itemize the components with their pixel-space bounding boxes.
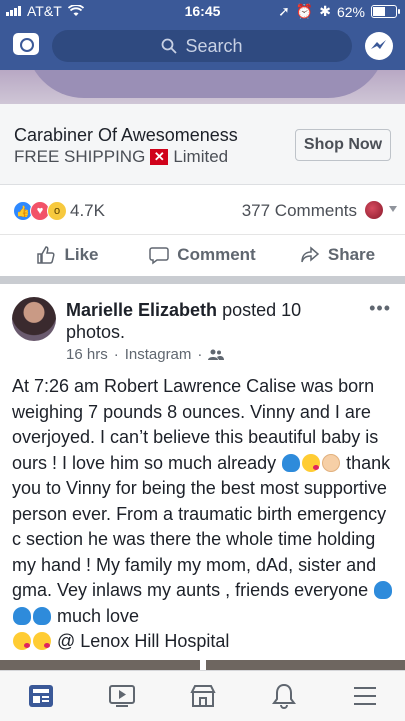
comment-label: Comment xyxy=(177,245,256,264)
status-bar: AT&T 16:45 ➚ ⏰ ✱ 62% xyxy=(0,0,405,22)
post-header: Marielle Elizabeth posted 10 photos. xyxy=(66,299,346,343)
camera-icon[interactable] xyxy=(13,33,39,55)
reaction-count[interactable]: 4.7K xyxy=(70,201,105,221)
commenter-avatar[interactable] xyxy=(365,201,383,219)
bluetooth-icon: ✱ xyxy=(319,3,331,19)
post-meta: 16 hrs · Instagram · xyxy=(66,346,225,363)
ad-image[interactable] xyxy=(0,70,405,104)
blue-heart-emoji xyxy=(374,581,393,599)
thumbs-up-icon xyxy=(37,246,56,264)
wow-reaction-icon: o xyxy=(47,201,67,221)
messenger-icon[interactable] xyxy=(365,32,393,60)
battery-percent: 62% xyxy=(336,3,365,20)
kiss-face-emoji xyxy=(13,632,31,650)
ad-banner: Carabiner Of Awesomeness FREE SHIPPING ✕… xyxy=(0,104,405,185)
blue-heart-emoji xyxy=(33,606,51,625)
comment-icon xyxy=(149,247,170,265)
blue-heart-emoji xyxy=(282,453,301,472)
like-button[interactable]: Like xyxy=(0,234,135,276)
reactions-bar: 👍 ♥ o 4.7K 377 Comments xyxy=(0,184,405,235)
ad-shipping: FREE SHIPPING xyxy=(14,147,146,166)
location-icon: ➚ xyxy=(278,3,290,19)
blue-heart-emoji xyxy=(13,606,31,625)
friends-icon xyxy=(208,349,225,360)
news-feed-icon xyxy=(28,685,53,707)
like-label: Like xyxy=(64,245,99,264)
ad-limited: Limited xyxy=(173,147,229,166)
cross-icon: ✕ xyxy=(150,149,169,165)
search-bar[interactable]: Search xyxy=(52,30,352,62)
tab-watch[interactable] xyxy=(81,671,162,721)
more-options-icon[interactable]: ••• xyxy=(369,298,391,319)
search-placeholder: Search xyxy=(185,35,243,56)
menu-icon xyxy=(353,687,376,705)
kiss-face-emoji xyxy=(33,632,51,650)
feed-post: Marielle Elizabeth posted 10 photos. 16 … xyxy=(0,284,405,660)
bell-icon xyxy=(271,683,296,709)
share-button[interactable]: Share xyxy=(270,234,405,276)
tab-notifications[interactable] xyxy=(243,671,324,721)
bottom-tab-bar xyxy=(0,670,405,721)
post-source[interactable]: Instagram xyxy=(125,346,192,363)
comment-button[interactable]: Comment xyxy=(135,234,270,276)
author-name[interactable]: Marielle Elizabeth xyxy=(66,300,217,320)
top-navigation: Search xyxy=(0,22,405,70)
kiss-face-emoji xyxy=(302,453,321,472)
avatar[interactable] xyxy=(12,297,56,341)
tab-marketplace[interactable] xyxy=(162,671,243,721)
baby-emoji xyxy=(322,453,341,472)
post-text: At 7:26 am Robert Lawrence Calise was bo… xyxy=(12,376,393,651)
chevron-down-icon[interactable] xyxy=(389,206,397,212)
ad-title: Carabiner Of Awesomeness xyxy=(14,125,238,145)
search-icon xyxy=(162,38,178,54)
battery-icon xyxy=(371,5,400,18)
alarm-icon: ⏰ xyxy=(295,3,314,19)
post-actions: Like Comment Share xyxy=(0,234,405,276)
share-icon xyxy=(301,246,320,263)
post-photos[interactable] xyxy=(0,660,405,670)
feed-divider xyxy=(0,276,405,284)
reaction-icons[interactable]: 👍 ♥ o xyxy=(13,201,67,221)
shop-now-button[interactable]: Shop Now xyxy=(295,129,391,161)
post-time[interactable]: 16 hrs xyxy=(66,346,108,363)
comments-count[interactable]: 377 Comments xyxy=(242,201,357,221)
watch-icon xyxy=(108,685,135,707)
marketplace-icon xyxy=(189,685,216,707)
tab-menu[interactable] xyxy=(324,671,405,721)
share-label: Share xyxy=(327,245,376,264)
tab-news-feed[interactable] xyxy=(0,671,81,721)
ad-subtitle: FREE SHIPPING ✕ Limited xyxy=(14,147,228,167)
